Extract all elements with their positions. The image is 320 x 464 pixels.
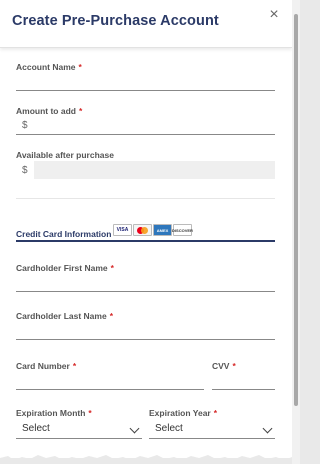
amount-label: Amount to add * xyxy=(16,106,83,116)
exp-month-select[interactable]: Select xyxy=(16,421,142,439)
required-marker: * xyxy=(109,311,114,321)
required-marker: * xyxy=(213,408,218,418)
chevron-down-icon xyxy=(262,423,273,434)
modal-header: Create Pre-Purchase Account × xyxy=(0,0,292,48)
torn-edge xyxy=(0,455,292,458)
discover-logo-icon: DISCOVER xyxy=(172,224,193,236)
required-marker: * xyxy=(232,361,236,371)
card-number-label: Card Number * xyxy=(16,361,77,371)
create-account-modal: Create Pre-Purchase Account × Account Na… xyxy=(0,0,292,458)
exp-month-value: Select xyxy=(22,423,50,434)
exp-month-label: Expiration Month * xyxy=(16,408,92,418)
chevron-down-icon xyxy=(129,423,140,434)
section-underline xyxy=(16,240,275,242)
cvv-input[interactable] xyxy=(212,389,275,390)
cvv-label: CVV * xyxy=(212,361,236,371)
available-label: Available after purchase xyxy=(16,150,114,160)
first-name-input[interactable] xyxy=(16,291,275,292)
mastercard-logo-icon xyxy=(133,224,152,236)
available-field xyxy=(34,161,275,179)
currency-symbol: $ xyxy=(22,165,28,176)
card-number-input[interactable] xyxy=(16,389,204,390)
currency-symbol: $ xyxy=(22,120,28,131)
last-name-input[interactable] xyxy=(16,339,275,340)
visa-logo-icon: VISA xyxy=(113,224,132,236)
required-marker: * xyxy=(78,62,82,72)
account-name-label: Account Name * xyxy=(16,62,82,72)
card-logos: VISA AMEX DISCOVER xyxy=(113,224,193,236)
exp-year-label: Expiration Year * xyxy=(149,408,218,418)
modal-title: Create Pre-Purchase Account xyxy=(12,13,219,29)
required-marker: * xyxy=(78,106,83,116)
account-name-input[interactable] xyxy=(16,90,275,91)
required-marker: * xyxy=(110,263,114,273)
exp-year-select[interactable]: Select xyxy=(149,421,275,439)
amount-input[interactable] xyxy=(16,134,275,135)
required-marker: * xyxy=(72,361,77,371)
first-name-label: Cardholder First Name * xyxy=(16,263,114,273)
exp-year-value: Select xyxy=(155,423,183,434)
required-marker: * xyxy=(88,408,92,418)
last-name-label: Cardholder Last Name * xyxy=(16,311,114,321)
credit-card-section-title: Credit Card Information xyxy=(16,229,112,239)
divider xyxy=(16,198,275,199)
scrollbar-thumb[interactable] xyxy=(294,14,298,406)
close-icon[interactable]: × xyxy=(266,7,282,23)
amex-logo-icon: AMEX xyxy=(153,224,172,236)
